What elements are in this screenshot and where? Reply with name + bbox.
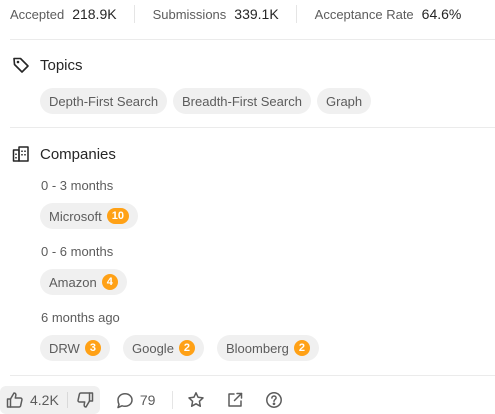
vote-group: 4.2K	[0, 386, 100, 414]
divider	[10, 127, 495, 128]
company-tag[interactable]: DRW 3	[40, 335, 110, 361]
frequency-badge: 3	[84, 340, 101, 356]
accepted-value: 218.9K	[72, 6, 117, 22]
share-icon	[226, 391, 244, 409]
period-label: 0 - 6 months	[41, 244, 114, 259]
building-icon	[12, 145, 30, 163]
submissions-value: 339.1K	[234, 6, 279, 22]
topic-tag[interactable]: Breadth-First Search	[173, 88, 311, 114]
period-label: 6 months ago	[41, 310, 120, 325]
star-icon	[187, 391, 205, 409]
period-label: 0 - 3 months	[41, 178, 114, 193]
share-button[interactable]	[226, 391, 244, 409]
thumbs-down-icon	[76, 391, 94, 409]
frequency-badge: 2	[293, 340, 310, 356]
topics-header[interactable]: Topics	[12, 56, 83, 74]
help-icon	[265, 391, 283, 409]
like-count: 4.2K	[30, 392, 59, 408]
accepted-label: Accepted	[10, 7, 65, 22]
company-name: Google	[132, 340, 174, 356]
companies-title: Companies	[40, 145, 116, 163]
company-name: Microsoft	[49, 208, 102, 224]
stat-divider	[133, 5, 135, 23]
company-name: Amazon	[49, 274, 97, 290]
submissions-stat: Submissions 339.1K	[153, 6, 279, 22]
topics-title: Topics	[40, 56, 83, 74]
acceptance-rate-label: Acceptance Rate	[314, 7, 414, 22]
comments-button[interactable]: 79	[116, 391, 156, 409]
topic-tag[interactable]: Graph	[317, 88, 372, 114]
vote-divider	[66, 392, 68, 408]
frequency-badge: 10	[106, 208, 129, 224]
footer-divider	[172, 391, 174, 409]
like-button[interactable]: 4.2K	[6, 391, 59, 409]
stats-bar: Accepted 218.9K Submissions 339.1K Accep…	[0, 0, 495, 28]
divider	[10, 375, 495, 376]
accepted-stat: Accepted 218.9K	[10, 6, 117, 22]
action-bar: 4.2K 79	[0, 386, 495, 414]
favorite-button[interactable]	[187, 391, 205, 409]
acceptance-rate-stat: Acceptance Rate 64.6%	[315, 6, 462, 22]
frequency-badge: 4	[101, 274, 118, 290]
company-tag[interactable]: Amazon 4	[40, 269, 127, 295]
divider	[10, 39, 495, 40]
topic-tag-label: Breadth-First Search	[182, 93, 302, 109]
company-name: Bloomberg	[226, 340, 289, 356]
topic-tag[interactable]: Depth-First Search	[40, 88, 168, 114]
comment-count: 79	[139, 392, 156, 408]
company-tag[interactable]: Bloomberg 2	[217, 335, 319, 361]
frequency-badge: 2	[178, 340, 196, 356]
companies-header[interactable]: Companies	[12, 145, 116, 163]
company-tag[interactable]: Google 2	[123, 335, 205, 361]
comment-icon	[116, 391, 134, 409]
acceptance-rate-value: 64.6%	[421, 6, 462, 22]
company-tag[interactable]: Microsoft 10	[40, 203, 138, 229]
topic-tag-label: Graph	[326, 93, 363, 109]
company-name: DRW	[49, 340, 80, 356]
stat-divider	[295, 5, 297, 23]
dislike-button[interactable]	[76, 391, 94, 409]
tag-icon	[12, 56, 30, 74]
topic-tag-label: Depth-First Search	[49, 93, 159, 109]
help-button[interactable]	[265, 391, 283, 409]
submissions-label: Submissions	[152, 7, 227, 22]
thumbs-up-icon	[6, 391, 24, 409]
